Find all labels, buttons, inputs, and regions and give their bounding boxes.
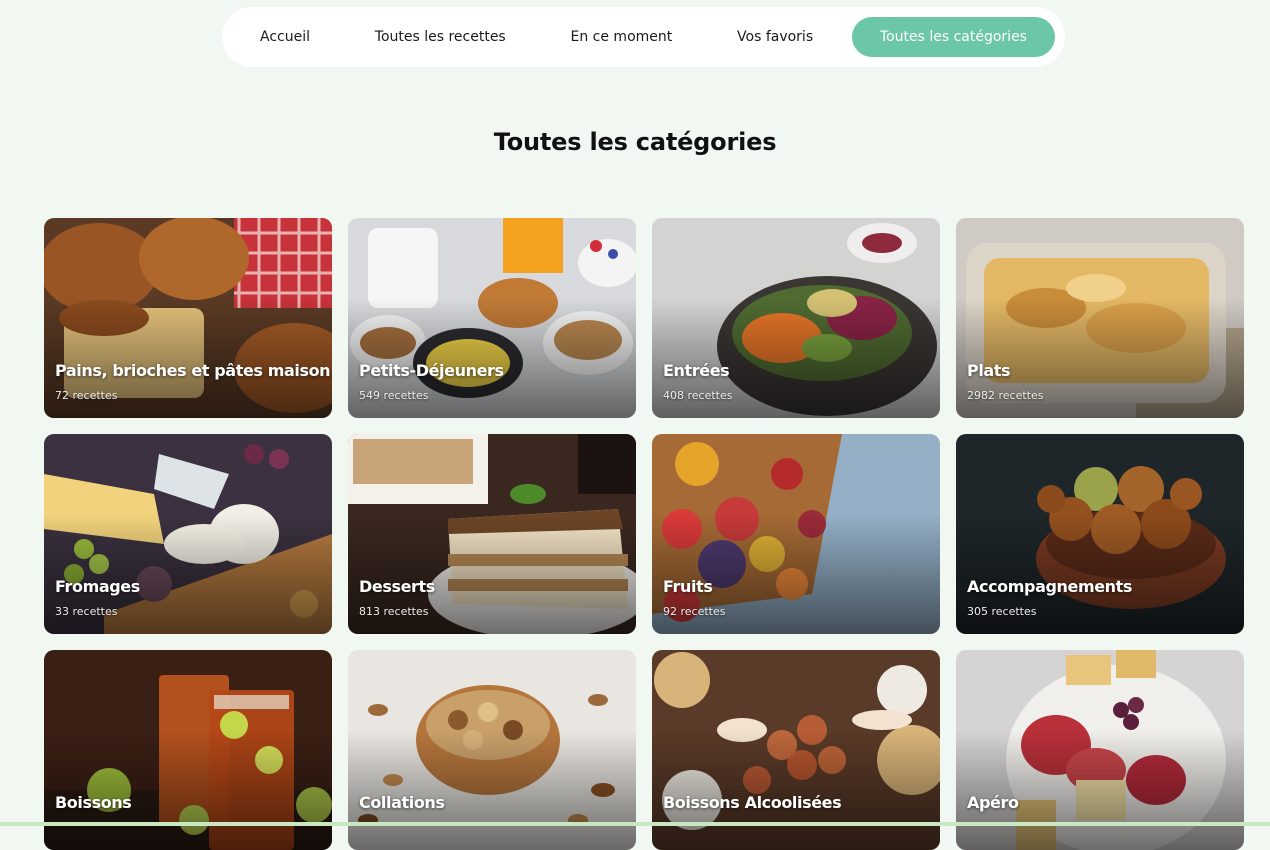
card-shade (956, 218, 1244, 418)
recipe-count: 72 recettes (55, 389, 118, 402)
card-shade (44, 434, 332, 634)
main-nav: Accueil Toutes les recettes En ce moment… (222, 7, 1065, 67)
card-shade (652, 218, 940, 418)
card-shade (348, 650, 636, 850)
card-shade (348, 434, 636, 634)
category-title: Petits-Déjeuners (359, 361, 504, 380)
category-card-petits-dejeuners[interactable]: Petits-Déjeuners 549 recettes (348, 218, 636, 418)
card-shade (44, 218, 332, 418)
category-title: Fruits (663, 577, 713, 596)
category-title: Entrées (663, 361, 730, 380)
nav-accueil[interactable]: Accueil (234, 17, 336, 57)
nav-vos-favoris[interactable]: Vos favoris (711, 17, 839, 57)
bottom-divider (0, 822, 1270, 826)
recipe-count: 305 recettes (967, 605, 1037, 618)
category-card-apero[interactable]: Apéro (956, 650, 1244, 850)
category-card-plats[interactable]: Plats 2982 recettes (956, 218, 1244, 418)
category-title: Boissons Alcoolisées (663, 793, 842, 812)
category-title: Accompagnements (967, 577, 1133, 596)
nav-en-ce-moment[interactable]: En ce moment (545, 17, 699, 57)
category-title: Fromages (55, 577, 140, 596)
category-title: Desserts (359, 577, 435, 596)
recipe-count: 92 recettes (663, 605, 726, 618)
nav-toutes-les-recettes[interactable]: Toutes les recettes (349, 17, 532, 57)
category-card-boissons[interactable]: Boissons (44, 650, 332, 850)
category-card-collations[interactable]: Collations (348, 650, 636, 850)
card-shade (652, 650, 940, 850)
card-shade (348, 218, 636, 418)
category-card-fromages[interactable]: Fromages 33 recettes (44, 434, 332, 634)
category-grid: Pains, brioches et pâtes maison 72 recet… (44, 218, 1244, 850)
category-title: Apéro (967, 793, 1019, 812)
card-shade (956, 434, 1244, 634)
category-title: Pains, brioches et pâtes maison (55, 361, 331, 380)
card-shade (652, 434, 940, 634)
category-title: Boissons (55, 793, 132, 812)
category-card-fruits[interactable]: Fruits 92 recettes (652, 434, 940, 634)
category-card-entrees[interactable]: Entrées 408 recettes (652, 218, 940, 418)
nav-toutes-les-categories[interactable]: Toutes les catégories (851, 17, 1055, 57)
category-card-desserts[interactable]: Desserts 813 recettes (348, 434, 636, 634)
page-title: Toutes les catégories (493, 128, 777, 156)
recipe-count: 2982 recettes (967, 389, 1044, 402)
category-title: Collations (359, 793, 445, 812)
recipe-count: 549 recettes (359, 389, 429, 402)
card-shade (956, 650, 1244, 850)
category-card-accompagnements[interactable]: Accompagnements 305 recettes (956, 434, 1244, 634)
recipe-count: 33 recettes (55, 605, 118, 618)
recipe-count: 813 recettes (359, 605, 429, 618)
category-card-boissons-alcoolisees[interactable]: Boissons Alcoolisées (652, 650, 940, 850)
category-title: Plats (967, 361, 1011, 380)
recipe-count: 408 recettes (663, 389, 733, 402)
category-card-pains[interactable]: Pains, brioches et pâtes maison 72 recet… (44, 218, 332, 418)
card-shade (44, 650, 332, 850)
